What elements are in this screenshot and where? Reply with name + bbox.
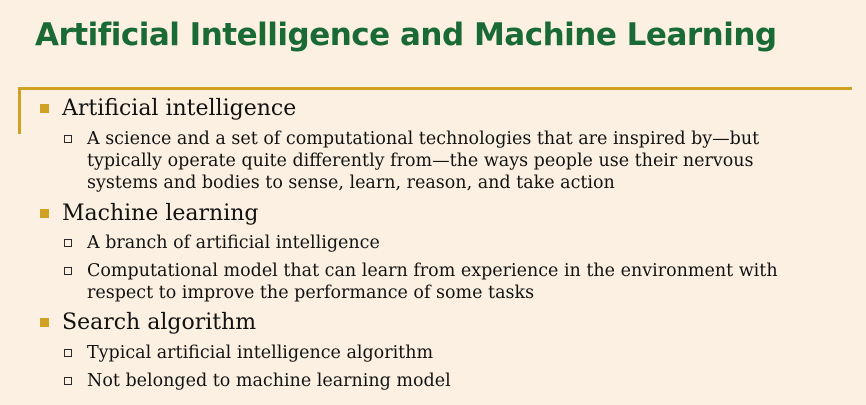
square-bullet-icon (40, 209, 49, 218)
list-item-line: Typical artificial intelligence algorith… (87, 343, 434, 363)
title-side-rule (18, 87, 21, 134)
list-item-line: Computational model that can learn from … (87, 261, 778, 281)
hollow-square-bullet-icon (64, 349, 72, 357)
list-item-line: A science and a set of computational tec… (87, 129, 760, 149)
title-underline-rule (18, 87, 852, 90)
slide-title: Artificial Intelligence and Machine Lear… (35, 17, 777, 53)
list-item-text: A science and a set of computational tec… (87, 128, 857, 194)
list-item-text: Not belonged to machine learning model (87, 370, 857, 392)
list-item-line: typically operate quite differently from… (87, 151, 754, 171)
list-item-line: A branch of artificial intelligence (87, 233, 380, 253)
list-item-text: A branch of artificial intelligence (87, 232, 857, 254)
list-item-line: Not belonged to machine learning model (87, 371, 451, 391)
square-bullet-icon (40, 318, 49, 327)
section-heading: Search algorithm (62, 310, 257, 335)
section-heading: Artificial intelligence (62, 96, 297, 121)
list-item-text: Typical artificial intelligence algorith… (87, 342, 857, 364)
slide: Artificial Intelligence and Machine Lear… (0, 0, 866, 405)
list-item-line: systems and bodies to sense, learn, reas… (87, 173, 615, 193)
hollow-square-bullet-icon (64, 239, 72, 247)
hollow-square-bullet-icon (64, 377, 72, 385)
section-heading: Machine learning (62, 201, 259, 226)
square-bullet-icon (40, 104, 49, 113)
hollow-square-bullet-icon (64, 267, 72, 275)
hollow-square-bullet-icon (64, 135, 72, 143)
list-item-text: Computational model that can learn from … (87, 260, 857, 304)
list-item-line: respect to improve the performance of so… (87, 283, 535, 303)
